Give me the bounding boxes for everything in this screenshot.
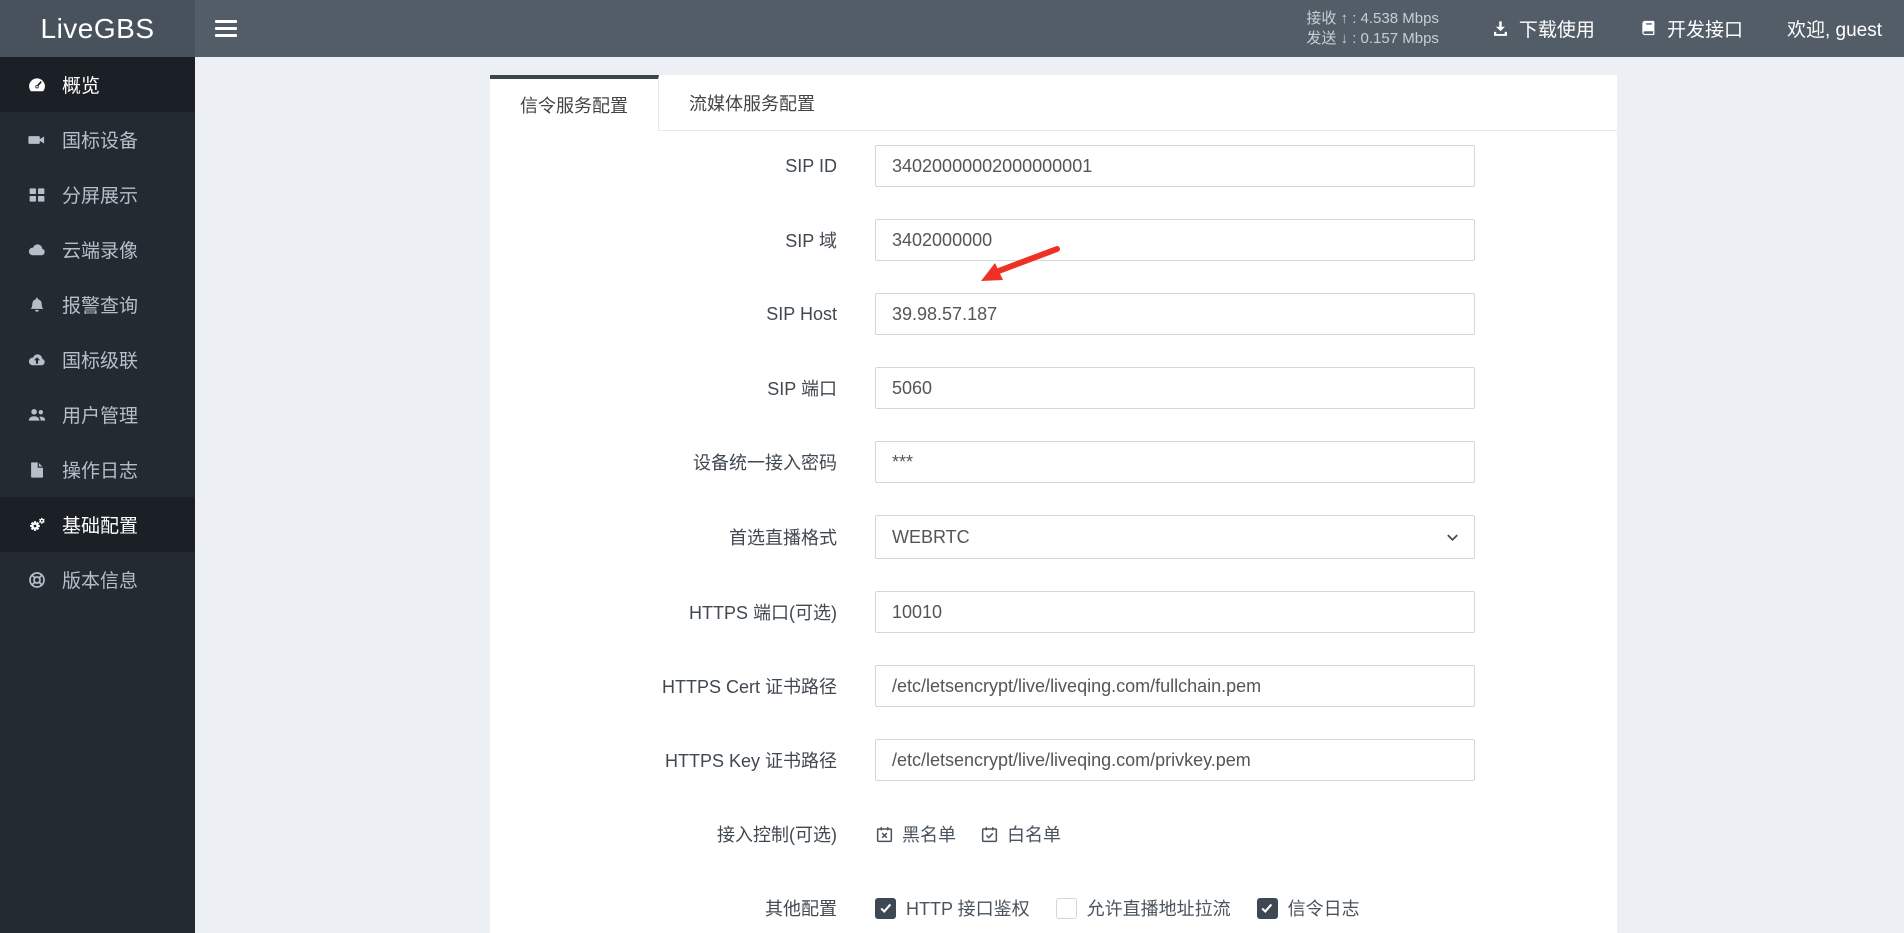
sidebar-item-basic-config[interactable]: 基础配置 bbox=[0, 497, 195, 552]
file-icon bbox=[31, 461, 43, 478]
checkbox-checked-icon bbox=[1256, 897, 1278, 919]
download-icon bbox=[1493, 21, 1507, 36]
checkbox-checked-icon bbox=[875, 897, 896, 919]
video-camera-icon bbox=[28, 135, 45, 144]
user-welcome-menu-item[interactable]: 欢迎, guest bbox=[1765, 0, 1904, 57]
form-row-https-key: HTTPS Key 证书路径 bbox=[490, 739, 1617, 781]
form-row-https-port: HTTPS 端口(可选) bbox=[490, 591, 1617, 633]
top-navbar: LiveGBS 接收 ↑ : 4.538 Mbps 发送 ↓ : 0.157 M… bbox=[0, 0, 1904, 57]
form-row-other-config: 其他配置 HTTP 接口鉴权 允许直播地址拉流 信令日志 bbox=[490, 887, 1617, 929]
gauge-icon bbox=[29, 77, 45, 91]
cloud-upload-icon bbox=[28, 353, 45, 365]
https-key-input[interactable] bbox=[875, 739, 1475, 781]
sip-host-input[interactable] bbox=[875, 293, 1475, 335]
content-area: 信令服务配置 流媒体服务配置 SIP ID SIP 域 SIP Host bbox=[195, 57, 1904, 933]
sip-id-input[interactable] bbox=[875, 145, 1475, 187]
form-row-sip-id: SIP ID bbox=[490, 145, 1617, 187]
config-panel: 信令服务配置 流媒体服务配置 SIP ID SIP 域 SIP Host bbox=[490, 75, 1617, 933]
form-row-live-format: 首选直播格式 WEBRTC bbox=[490, 515, 1617, 559]
api-docs-menu-item[interactable]: 开发接口 bbox=[1617, 0, 1765, 57]
form-row-https-cert: HTTPS Cert 证书路径 bbox=[490, 665, 1617, 707]
form-row-sip-port: SIP 端口 bbox=[490, 367, 1617, 409]
checkbox-allow-live-pull[interactable]: 允许直播地址拉流 bbox=[1055, 895, 1231, 921]
sip-port-label: SIP 端口 bbox=[767, 379, 837, 399]
access-control-label: 接入控制(可选) bbox=[717, 825, 837, 845]
cloud-icon bbox=[28, 243, 45, 255]
sip-host-label: SIP Host bbox=[766, 303, 837, 324]
sidebar-item-split-screen[interactable]: 分屏展示 bbox=[0, 167, 195, 222]
sidebar-item-gb-cascade[interactable]: 国标级联 bbox=[0, 332, 195, 387]
send-rate: 发送 ↓ : 0.157 Mbps bbox=[1306, 29, 1439, 47]
sip-id-label: SIP ID bbox=[785, 155, 837, 176]
arrow-up-icon: ↑ bbox=[1340, 9, 1349, 27]
https-port-label: HTTPS 端口(可选) bbox=[689, 603, 837, 623]
network-stats: 接收 ↑ : 4.538 Mbps 发送 ↓ : 0.157 Mbps bbox=[1306, 9, 1439, 49]
sidebar-item-user-management[interactable]: 用户管理 bbox=[0, 387, 195, 442]
device-password-input[interactable] bbox=[875, 441, 1475, 483]
https-key-label: HTTPS Key 证书路径 bbox=[664, 751, 837, 771]
tab-media-service-config[interactable]: 流媒体服务配置 bbox=[659, 75, 845, 130]
calendar-check-icon bbox=[981, 826, 998, 842]
receive-rate: 接收 ↑ : 4.538 Mbps bbox=[1306, 9, 1439, 27]
form-row-sip-domain: SIP 域 bbox=[490, 219, 1617, 261]
sidebar-toggle-button[interactable] bbox=[195, 0, 257, 57]
checkbox-signaling-log[interactable]: 信令日志 bbox=[1256, 895, 1360, 921]
sidebar: 概览 国标设备 分屏展示 云端录像 报警查询 国标级联 用户管理 操作日志 基础… bbox=[0, 57, 195, 933]
bell-icon bbox=[30, 297, 44, 312]
device-password-label: 设备统一接入密码 bbox=[693, 453, 837, 473]
app-logo[interactable]: LiveGBS bbox=[0, 0, 195, 57]
form-row-device-password: 设备统一接入密码 bbox=[490, 441, 1617, 483]
sip-port-input[interactable] bbox=[875, 367, 1475, 409]
calendar-x-icon bbox=[876, 826, 893, 842]
tab-signaling-service-config[interactable]: 信令服务配置 bbox=[490, 75, 659, 131]
arrow-down-icon: ↓ bbox=[1340, 29, 1349, 47]
https-cert-input[interactable] bbox=[875, 665, 1475, 707]
hamburger-icon bbox=[215, 20, 237, 37]
signaling-config-form: SIP ID SIP 域 SIP Host SIP 端口 设备统一接入密码 首选 bbox=[490, 131, 1617, 929]
config-tabs: 信令服务配置 流媒体服务配置 bbox=[490, 75, 1617, 131]
sidebar-item-overview[interactable]: 概览 bbox=[0, 57, 195, 112]
users-icon bbox=[28, 408, 46, 421]
blacklist-link[interactable]: 黑名单 bbox=[875, 821, 956, 847]
sidebar-item-operation-log[interactable]: 操作日志 bbox=[0, 442, 195, 497]
other-config-label: 其他配置 bbox=[765, 899, 837, 919]
form-row-sip-host: SIP Host bbox=[490, 293, 1617, 335]
https-port-input[interactable] bbox=[875, 591, 1475, 633]
chevron-down-icon bbox=[1447, 534, 1458, 541]
grid-icon bbox=[29, 187, 45, 202]
sidebar-item-gb-devices[interactable]: 国标设备 bbox=[0, 112, 195, 167]
checkbox-http-api-auth[interactable]: HTTP 接口鉴权 bbox=[875, 895, 1030, 921]
live-format-select[interactable]: WEBRTC bbox=[875, 515, 1475, 559]
https-cert-label: HTTPS Cert 证书路径 bbox=[661, 677, 837, 697]
sidebar-item-cloud-recording[interactable]: 云端录像 bbox=[0, 222, 195, 277]
live-format-label: 首选直播格式 bbox=[729, 528, 837, 548]
gears-icon bbox=[30, 517, 45, 531]
sidebar-item-alarm-query[interactable]: 报警查询 bbox=[0, 277, 195, 332]
checkbox-unchecked-icon bbox=[1055, 897, 1077, 919]
download-menu-item[interactable]: 下载使用 bbox=[1469, 0, 1617, 57]
book-icon bbox=[1642, 20, 1655, 36]
sip-domain-label: SIP 域 bbox=[785, 231, 837, 251]
form-row-access-control: 接入控制(可选) 黑名单 白名单 bbox=[490, 813, 1617, 855]
sidebar-item-version-info[interactable]: 版本信息 bbox=[0, 552, 195, 607]
whitelist-link[interactable]: 白名单 bbox=[980, 821, 1061, 847]
sip-domain-input[interactable] bbox=[875, 219, 1475, 261]
life-ring-icon bbox=[29, 571, 45, 588]
